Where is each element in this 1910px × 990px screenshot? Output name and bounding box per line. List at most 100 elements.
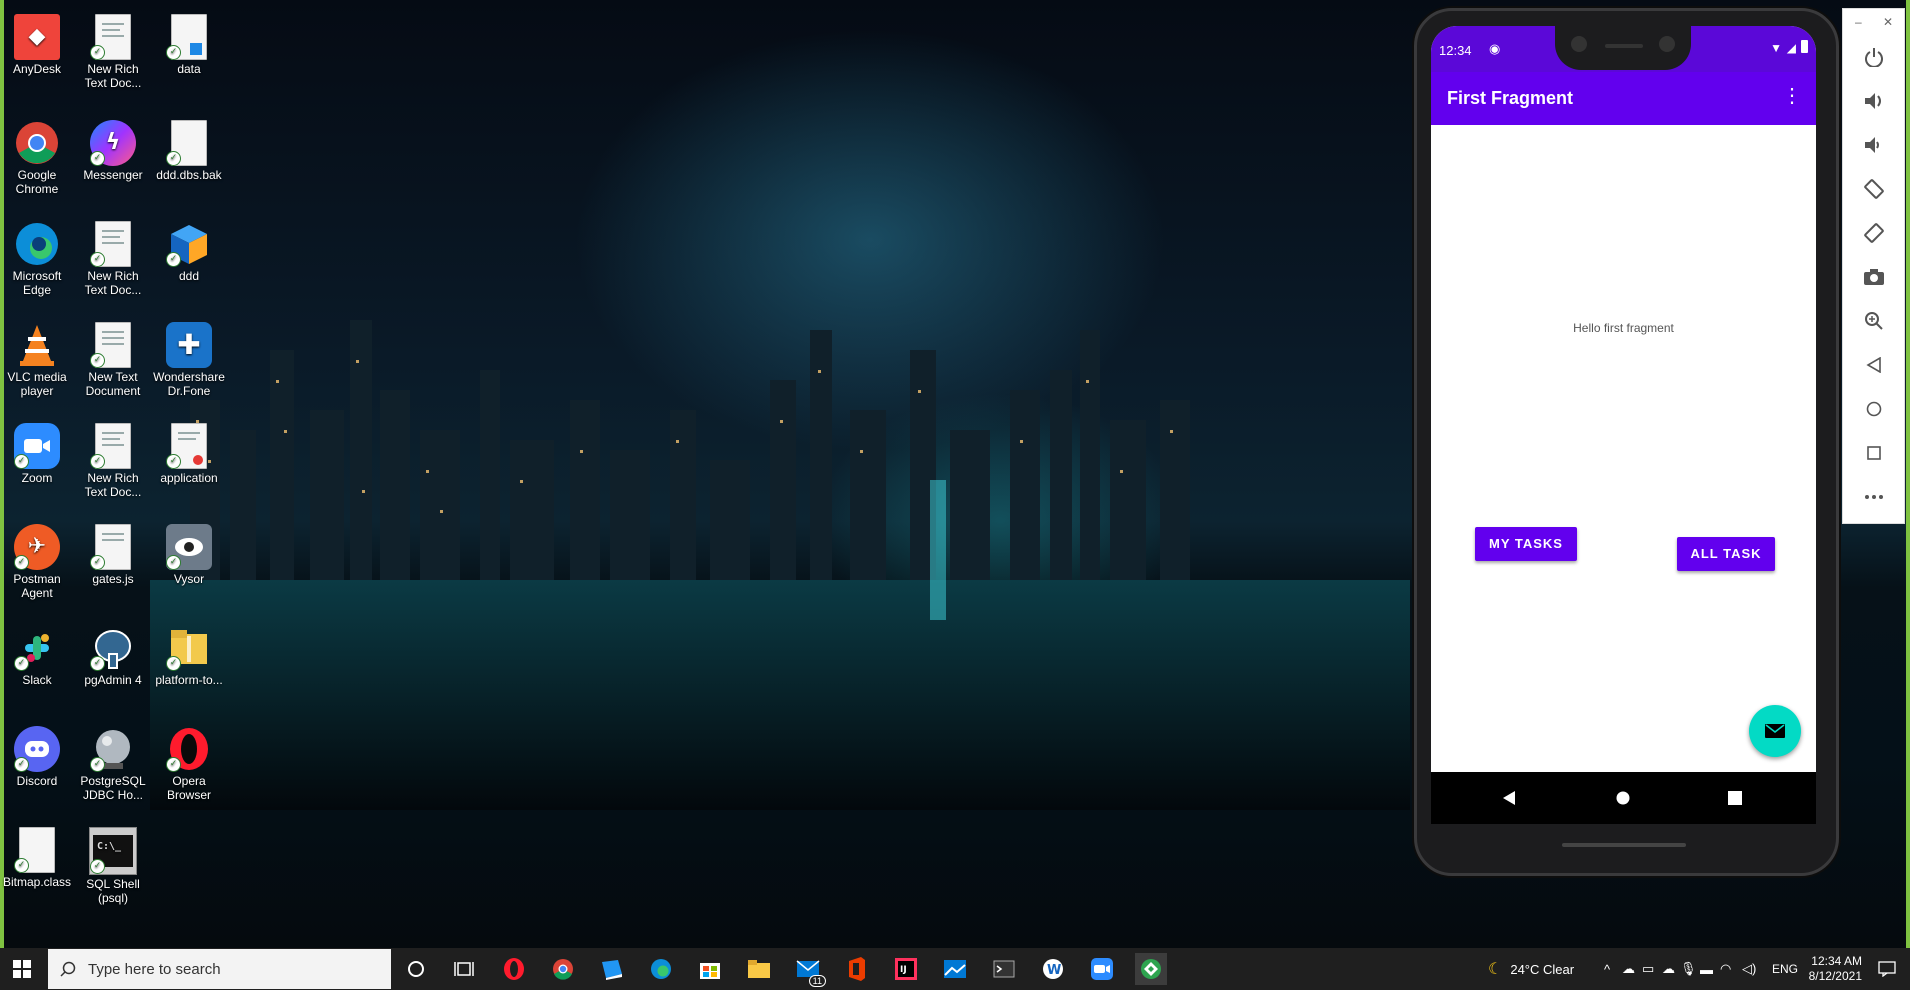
svg-text:W: W bbox=[1047, 963, 1061, 978]
chrome-taskbar-icon[interactable] bbox=[547, 953, 579, 985]
minimize-icon[interactable]: – bbox=[1855, 15, 1862, 29]
desktop-icon-messenger[interactable]: ϟ ✓ Messenger bbox=[76, 120, 150, 182]
sync-check-icon: ✓ bbox=[166, 656, 181, 671]
desktop-icon-zoom[interactable]: ✓ Zoom bbox=[0, 423, 74, 485]
network-icon[interactable]: ▭ bbox=[1642, 948, 1654, 990]
zoom-taskbar-icon[interactable] bbox=[1086, 953, 1118, 985]
sync-check-icon: ✓ bbox=[166, 757, 181, 772]
desktop-icon-new-text-document[interactable]: ✓ New Text Document bbox=[76, 322, 150, 398]
edge-icon bbox=[14, 221, 60, 267]
sync-check-icon: ✓ bbox=[14, 555, 29, 570]
desktop-icon-google-chrome[interactable]: Google Chrome bbox=[0, 120, 74, 196]
mail-badge: 11 bbox=[808, 975, 826, 987]
overflow-menu-icon[interactable]: ⋮ bbox=[1782, 86, 1802, 106]
microphone-icon[interactable]: 🎙 bbox=[1680, 948, 1697, 990]
overview-icon[interactable] bbox=[1843, 438, 1904, 468]
intellij-taskbar-icon[interactable]: IJ bbox=[890, 953, 922, 985]
office-taskbar-icon[interactable] bbox=[841, 953, 873, 985]
camera-icon[interactable] bbox=[1843, 262, 1904, 292]
sync-check-icon: ✓ bbox=[14, 858, 29, 873]
desktop-icon-rich-text-1[interactable]: ✓ New Rich Text Doc... bbox=[76, 14, 150, 90]
word-taskbar-icon[interactable]: W bbox=[1037, 953, 1069, 985]
opera-taskbar-icon[interactable] bbox=[498, 953, 530, 985]
desktop-icon-slack[interactable]: ✓ Slack bbox=[0, 625, 74, 687]
language-indicator[interactable]: ENG bbox=[1772, 948, 1798, 990]
data-file-icon: ✓ bbox=[166, 14, 212, 60]
mail-taskbar-icon[interactable]: 11 bbox=[792, 953, 826, 987]
vysor-taskbar-icon[interactable] bbox=[1135, 953, 1167, 985]
task-view-icon[interactable] bbox=[448, 953, 480, 985]
power-icon[interactable] bbox=[1843, 42, 1904, 72]
sync-check-icon: ✓ bbox=[90, 555, 105, 570]
taskbar-search-box[interactable]: Type here to search bbox=[48, 949, 391, 989]
desktop-icon-microsoft-edge[interactable]: Microsoft Edge bbox=[0, 221, 74, 297]
sync-check-icon: ✓ bbox=[166, 454, 181, 469]
cloud-icon[interactable]: ☁ bbox=[1622, 948, 1635, 990]
desktop-icon-ddd-dbs-bak[interactable]: ✓ ddd.dbs.bak bbox=[152, 120, 226, 182]
clock[interactable]: 12:34 AM 8/12/2021 bbox=[1806, 948, 1862, 990]
volume-down-icon[interactable] bbox=[1843, 130, 1904, 160]
nav-recents-icon[interactable] bbox=[1728, 791, 1742, 805]
back-icon[interactable] bbox=[1843, 350, 1904, 380]
svg-text:IJ: IJ bbox=[900, 965, 907, 975]
desktop-icon-platform-tools[interactable]: ✓ platform-to... bbox=[152, 625, 226, 687]
desktop-icon-gates-js[interactable]: ✓ gates.js bbox=[76, 524, 150, 586]
desktop-icon-data[interactable]: ✓ data bbox=[152, 14, 226, 76]
desktop-icon-postgresql-jdbc[interactable]: ✓ PostgreSQL JDBC Ho... bbox=[76, 726, 150, 802]
desktop-icon-opera[interactable]: ✓ Opera Browser bbox=[152, 726, 226, 802]
desktop-icon-ddd[interactable]: ✓ ddd bbox=[152, 221, 226, 283]
rotate-left-icon[interactable] bbox=[1843, 174, 1904, 204]
text-document-icon: ✓ bbox=[90, 322, 136, 368]
desktop-icon-vysor[interactable]: ✓ Vysor bbox=[152, 524, 226, 586]
desktop-icon-vlc[interactable]: VLC media player bbox=[0, 322, 74, 398]
store-taskbar-icon[interactable] bbox=[694, 953, 726, 985]
terminal-taskbar-icon[interactable] bbox=[988, 953, 1020, 985]
all-task-button[interactable]: ALL TASK bbox=[1677, 537, 1775, 571]
desktop-icon-postman[interactable]: ✈ ✓ Postman Agent bbox=[0, 524, 74, 600]
desktop-icon-pgadmin[interactable]: ✓ pgAdmin 4 bbox=[76, 625, 150, 687]
desktop-icon-drfone[interactable]: ✚ Wondershare Dr.Fone bbox=[152, 322, 226, 398]
window-border-right bbox=[1906, 0, 1910, 990]
desktop-icon-application[interactable]: ✓ application bbox=[152, 423, 226, 485]
windows-start-icon[interactable] bbox=[6, 953, 38, 985]
wifi-tray-icon[interactable]: ◠ bbox=[1720, 948, 1731, 990]
sync-check-icon: ✓ bbox=[90, 656, 105, 671]
signal-icon: ◢ bbox=[1786, 41, 1796, 55]
close-icon[interactable]: ✕ bbox=[1883, 15, 1893, 29]
desktop-icon-sql-shell[interactable]: C:\_ ✓ SQL Shell (psql) bbox=[76, 827, 150, 905]
email-fab[interactable] bbox=[1749, 705, 1801, 757]
zoom-icon[interactable] bbox=[1843, 306, 1904, 336]
windows-taskbar: Type here to search 11 IJ W ☾ 24°C Clear… bbox=[0, 948, 1910, 990]
vysor-eye-icon: ✓ bbox=[166, 524, 212, 570]
file-manager-taskbar-icon[interactable] bbox=[596, 953, 628, 985]
desktop-icon-discord[interactable]: ✓ Discord bbox=[0, 726, 74, 788]
my-tasks-button[interactable]: MY TASKS bbox=[1475, 527, 1577, 561]
wifi-icon: ▼ bbox=[1770, 41, 1782, 55]
battery-tray-icon[interactable]: ▬ bbox=[1700, 948, 1713, 990]
phone-screen: 12:34 ◉ ▼ ◢ First Fragment ⋮ Hello first… bbox=[1431, 26, 1816, 824]
edge-taskbar-icon[interactable] bbox=[645, 953, 677, 985]
file-explorer-taskbar-icon[interactable] bbox=[743, 953, 775, 985]
blank-file-icon: ✓ bbox=[166, 120, 212, 166]
emulator-toolbar: – ✕ bbox=[1842, 8, 1905, 524]
rotate-right-icon[interactable] bbox=[1843, 218, 1904, 248]
home-icon[interactable] bbox=[1843, 394, 1904, 424]
app-toolbar: First Fragment ⋮ bbox=[1431, 72, 1816, 125]
show-hidden-icons-chevron-icon[interactable]: ^ bbox=[1604, 948, 1610, 990]
notifications-icon[interactable] bbox=[1878, 948, 1896, 990]
slack-icon: ✓ bbox=[14, 625, 60, 671]
nav-back-icon[interactable] bbox=[1502, 790, 1516, 806]
cortana-icon[interactable] bbox=[400, 953, 432, 985]
desktop-icon-bitmap-class[interactable]: ✓ Bitmap.class bbox=[0, 827, 74, 889]
desktop-icon-rich-text-3[interactable]: ✓ New Rich Text Doc... bbox=[76, 423, 150, 499]
speaker-icon[interactable]: ◁) bbox=[1742, 948, 1756, 990]
desktop-icon-rich-text-2[interactable]: ✓ New Rich Text Doc... bbox=[76, 221, 150, 297]
nav-home-icon[interactable] bbox=[1616, 791, 1630, 805]
weather-widget[interactable]: ☾ 24°C Clear bbox=[1488, 948, 1574, 990]
sync-check-icon: ✓ bbox=[90, 151, 105, 166]
onedrive-icon[interactable]: ☁ bbox=[1662, 948, 1675, 990]
photos-taskbar-icon[interactable] bbox=[939, 953, 971, 985]
volume-up-icon[interactable] bbox=[1843, 86, 1904, 116]
desktop-icon-anydesk[interactable]: ◆ AnyDesk bbox=[0, 14, 74, 76]
more-icon[interactable] bbox=[1843, 482, 1904, 512]
